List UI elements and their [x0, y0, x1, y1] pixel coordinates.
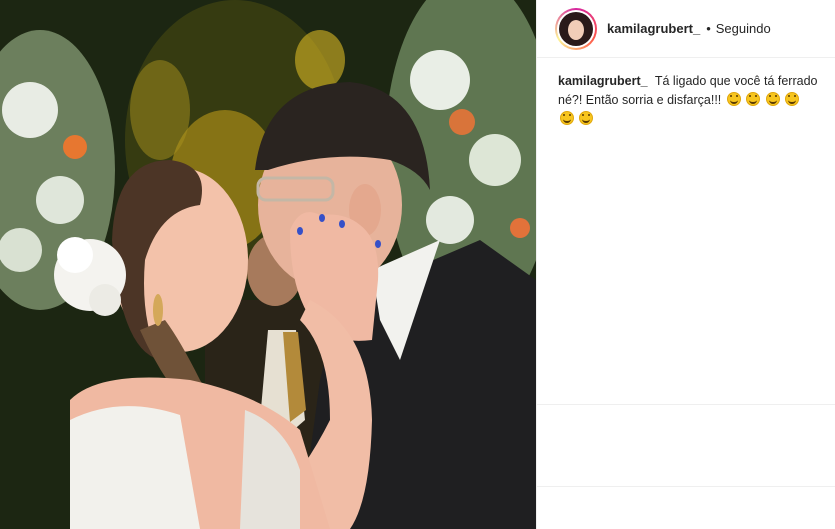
post-header: kamilagrubert_ • Seguindo: [537, 0, 835, 58]
post-caption: kamilagrubert_ Tá ligado que você tá fer…: [558, 72, 818, 129]
separator-dot: •: [706, 21, 711, 36]
caption-username-link[interactable]: kamilagrubert_: [558, 74, 648, 88]
post-photo[interactable]: [0, 0, 536, 529]
comments-divider: [537, 404, 835, 405]
grinning-sweat-emoji-icon: [579, 111, 594, 125]
avatar[interactable]: [557, 9, 595, 48]
avatar-photo: [559, 11, 593, 46]
grinning-sweat-emoji-icon: [746, 92, 761, 106]
wedding-photo-illustration: [0, 0, 536, 529]
avatar-story-ring[interactable]: [555, 7, 597, 50]
grinning-sweat-emoji-icon: [560, 111, 574, 125]
follow-status-button[interactable]: Seguindo: [716, 21, 771, 36]
grinning-sweat-emoji-icon: [785, 92, 800, 106]
actions-divider: [537, 486, 835, 487]
grinning-sweat-emoji-icon: [765, 92, 780, 106]
post-side-panel: kamilagrubert_ • Seguindo kamilagrubert_…: [536, 0, 835, 529]
avatar-face-shape: [568, 19, 584, 40]
author-username-link[interactable]: kamilagrubert_: [607, 21, 700, 36]
grinning-sweat-emoji-icon: [726, 92, 741, 106]
